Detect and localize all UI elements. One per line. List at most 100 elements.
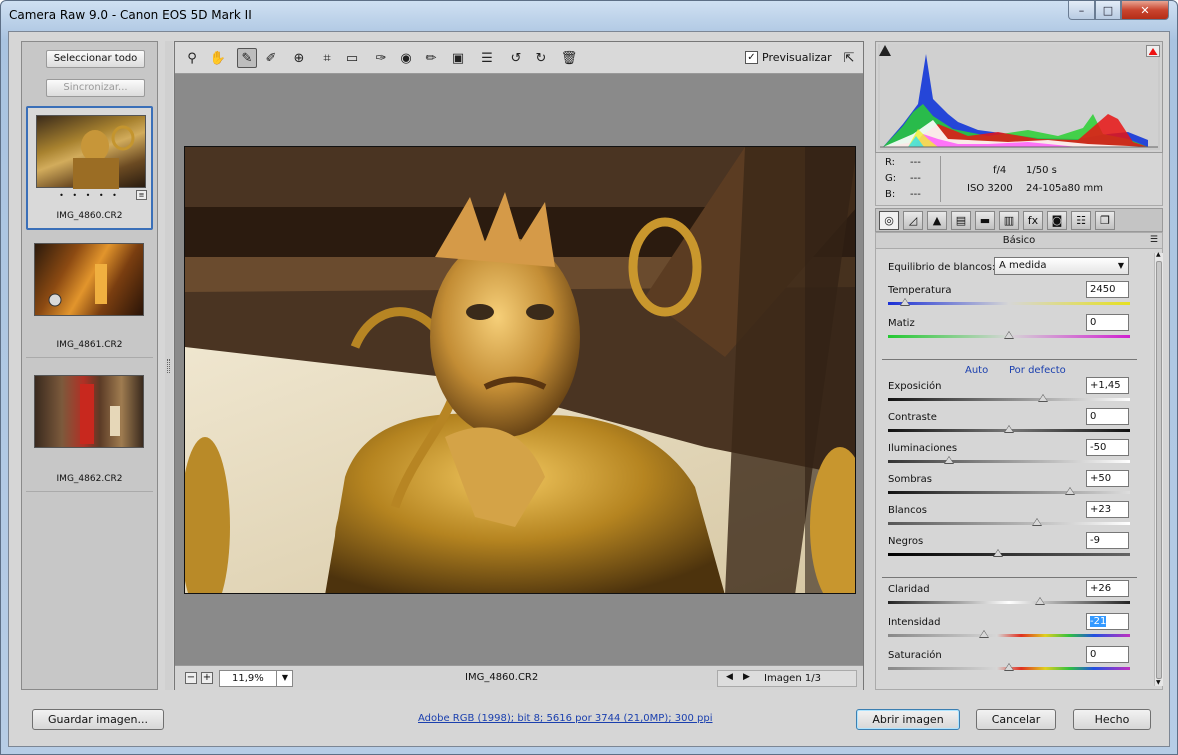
basic-panel: Equilibrio de blancos: A medida ▼ Auto P…: [875, 249, 1163, 690]
rotate-left-icon[interactable]: ↺: [506, 48, 526, 68]
slider-knob[interactable]: [1035, 597, 1046, 605]
slider-value-field[interactable]: +1,45: [1086, 377, 1129, 394]
slider-track[interactable]: [888, 460, 1130, 463]
slider-value-field[interactable]: 0: [1086, 646, 1129, 663]
straighten-icon[interactable]: ▭: [342, 48, 362, 68]
adjustment-brush-icon[interactable]: ✏: [421, 48, 441, 68]
slider-value-field[interactable]: 0: [1086, 314, 1129, 331]
thumbnail: [36, 115, 146, 189]
slider-track[interactable]: [888, 398, 1130, 401]
presets-icon[interactable]: ☷: [1071, 211, 1091, 230]
workflow-options-link[interactable]: Adobe RGB (1998); bit 8; 5616 por 3744 (…: [418, 713, 713, 724]
slider-track[interactable]: [888, 491, 1130, 494]
zoom-out-button[interactable]: −: [185, 672, 197, 684]
filmstrip-splitter[interactable]: [165, 41, 173, 690]
highlight-clipping-icon[interactable]: [1146, 45, 1160, 57]
trash-icon[interactable]: 🗑: [559, 48, 579, 68]
star-rating[interactable]: • • • • •: [28, 191, 151, 200]
filmstrip-item[interactable]: ≡ • • • • • IMG_4860.CR2: [26, 106, 153, 230]
cancel-button[interactable]: Cancelar: [976, 709, 1056, 730]
slider-label: Intensidad: [888, 617, 941, 628]
spot-removal-icon[interactable]: ✑: [371, 48, 391, 68]
slider-knob[interactable]: [993, 549, 1004, 557]
preview-label: Previsualizar: [762, 51, 832, 64]
color-sampler-icon[interactable]: ✐: [261, 48, 281, 68]
slider-knob[interactable]: [899, 298, 910, 306]
white-balance-icon[interactable]: ✎: [237, 48, 257, 68]
effects-icon[interactable]: fx: [1023, 211, 1043, 230]
camera-calibration-icon[interactable]: ◙: [1047, 211, 1067, 230]
synchronize-button[interactable]: Sincronizar...: [46, 79, 145, 97]
slider-knob[interactable]: [943, 456, 954, 464]
r-value: ---: [910, 157, 921, 168]
slider-value-field[interactable]: +26: [1086, 580, 1129, 597]
slider-knob[interactable]: [1004, 663, 1014, 671]
minimize-button[interactable]: –: [1068, 1, 1095, 20]
slider-value-field[interactable]: -9: [1086, 532, 1129, 549]
split-toning-icon[interactable]: ▬: [975, 211, 995, 230]
maximize-button[interactable]: □: [1095, 1, 1121, 20]
slider-knob[interactable]: [1004, 331, 1014, 339]
tone-curve-icon[interactable]: ◿: [903, 211, 923, 230]
chevron-down-icon[interactable]: ▼: [276, 670, 293, 687]
filmstrip-item[interactable]: IMG_4861.CR2: [26, 234, 153, 358]
slider-label: Contraste: [888, 412, 937, 423]
slider-track[interactable]: [888, 302, 1130, 305]
hand-icon[interactable]: ✋: [208, 48, 228, 68]
preview-toggle[interactable]: ✓ Previsualizar: [745, 51, 832, 64]
slider-value-field[interactable]: +50: [1086, 470, 1129, 487]
rotate-right-icon[interactable]: ↻: [531, 48, 551, 68]
slider-label: Sombras: [888, 474, 933, 485]
save-image-button[interactable]: Guardar imagen...: [32, 709, 164, 730]
filmstrip-item[interactable]: IMG_4862.CR2: [26, 362, 153, 492]
zoom-icon[interactable]: ⚲: [182, 48, 202, 68]
basic-panel-icon[interactable]: ◎: [879, 211, 899, 230]
slider-label: Exposición: [888, 381, 942, 392]
slider-track[interactable]: [888, 553, 1130, 556]
scrollbar-thumb[interactable]: [1156, 261, 1162, 679]
preview-checkbox[interactable]: ✓: [745, 51, 758, 64]
graduated-filter-icon[interactable]: ▣: [448, 48, 468, 68]
default-link[interactable]: Por defecto: [1009, 365, 1066, 376]
slider-label: Temperatura: [888, 285, 952, 296]
slider-knob[interactable]: [1037, 394, 1048, 402]
preferences-icon[interactable]: ☰: [477, 48, 497, 68]
slider-track[interactable]: [888, 634, 1130, 637]
detail-icon[interactable]: ▲: [927, 211, 947, 230]
slider-value-field[interactable]: +23: [1086, 501, 1129, 518]
slider-track[interactable]: [888, 601, 1130, 604]
panel-menu-icon[interactable]: ☰: [1150, 233, 1158, 248]
slider-value-field[interactable]: -21: [1086, 613, 1129, 630]
lens-corrections-icon[interactable]: ▥: [999, 211, 1019, 230]
fullscreen-icon[interactable]: ⇱: [839, 48, 859, 68]
shutter-speed: 1/50 s: [1026, 165, 1057, 176]
close-button[interactable]: ✕: [1121, 1, 1169, 20]
slider-value-field[interactable]: -50: [1086, 439, 1129, 456]
slider-track[interactable]: [888, 522, 1130, 525]
zoom-in-button[interactable]: +: [201, 672, 213, 684]
next-image-button[interactable]: ▶: [740, 672, 753, 682]
auto-link[interactable]: Auto: [965, 365, 988, 376]
previous-image-button[interactable]: ◀: [723, 672, 736, 682]
snapshots-icon[interactable]: ❐: [1095, 211, 1115, 230]
red-eye-icon[interactable]: ◉: [396, 48, 416, 68]
done-button[interactable]: Hecho: [1073, 709, 1151, 730]
histogram: [875, 41, 1163, 153]
slider-knob[interactable]: [1064, 487, 1075, 495]
slider-knob[interactable]: [1004, 425, 1014, 433]
hsl-icon[interactable]: ▤: [951, 211, 971, 230]
slider-value-field[interactable]: 0: [1086, 408, 1129, 425]
target-adjust-icon[interactable]: ⊕: [289, 48, 309, 68]
slider-value-field[interactable]: 2450: [1086, 281, 1129, 298]
panel-scrollbar[interactable]: ▲ ▼: [1154, 251, 1163, 686]
slider-knob[interactable]: [978, 630, 989, 638]
wb-label: Equilibrio de blancos:: [888, 262, 996, 273]
white-balance-select[interactable]: A medida ▼: [994, 257, 1129, 275]
panel-tabs: ◎ ◿ ▲ ▤ ▬ ▥ fx ◙ ☷ ❐: [875, 208, 1163, 232]
preview-image[interactable]: [184, 146, 856, 594]
open-image-button[interactable]: Abrir imagen: [856, 709, 960, 730]
select-all-button[interactable]: Seleccionar todo: [46, 50, 145, 68]
crop-icon[interactable]: ⌗: [317, 48, 337, 68]
dialog-footer: Guardar imagen... Adobe RGB (1998); bit …: [9, 697, 1169, 747]
slider-knob[interactable]: [1031, 518, 1042, 526]
